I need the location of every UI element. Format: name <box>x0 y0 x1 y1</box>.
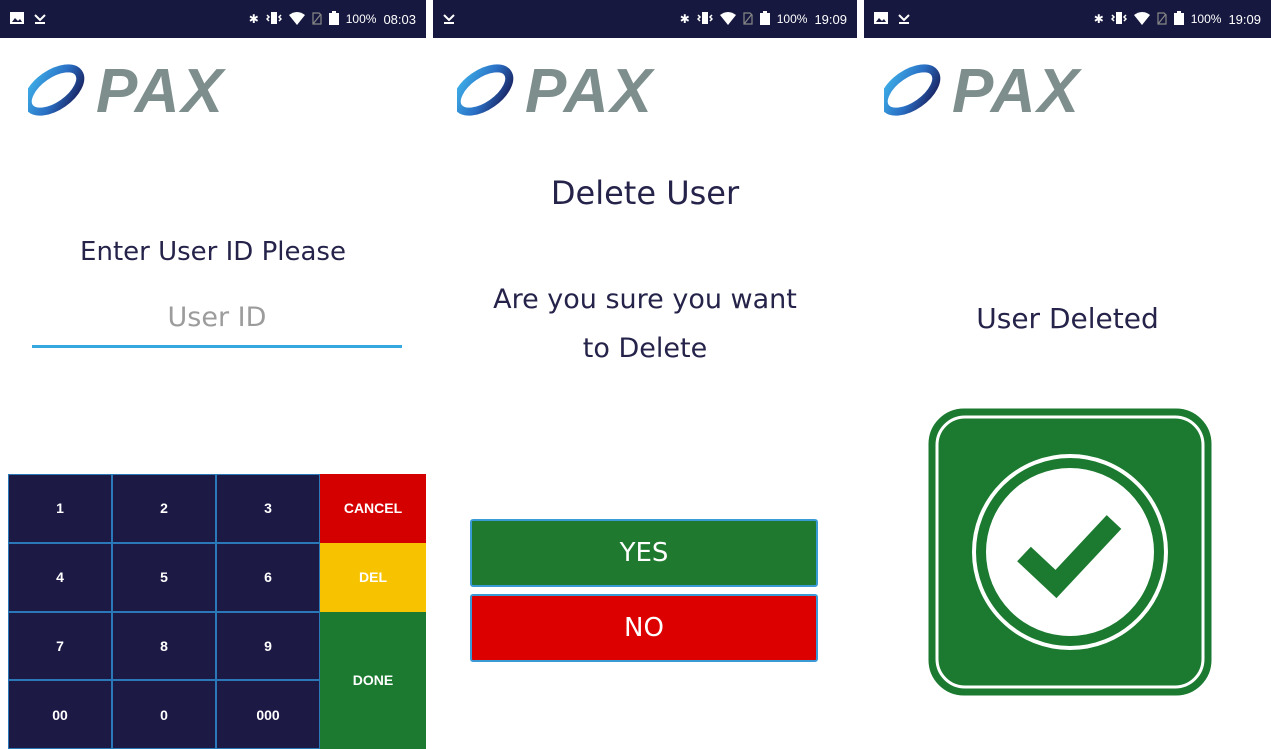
enter-user-id-screen: ✱ 100% 08:03 PAX Enter User ID Please Us… <box>0 0 426 749</box>
bluetooth-icon: ✱ <box>1093 12 1104 26</box>
key-000[interactable]: 000 <box>216 680 320 749</box>
key-0[interactable]: 0 <box>112 680 216 749</box>
cancel-button[interactable]: CANCEL <box>320 474 426 543</box>
pax-logo: PAX <box>452 57 767 126</box>
key-7[interactable]: 7 <box>8 611 112 681</box>
clock: 19:09 <box>1228 11 1261 27</box>
check-icon <box>928 408 1212 696</box>
success-check-badge <box>928 408 1212 696</box>
vibrate-icon <box>696 11 713 27</box>
page-title: Delete User <box>550 174 740 212</box>
key-2[interactable]: 2 <box>112 474 216 543</box>
missed-call-icon <box>898 13 910 26</box>
missed-call-icon <box>443 13 455 26</box>
no-button[interactable]: NO <box>470 594 818 662</box>
svg-text:PAX: PAX <box>525 60 656 120</box>
status-bar: ✱ 100% 08:03 <box>0 0 426 38</box>
wifi-icon <box>719 11 736 27</box>
user-id-input[interactable] <box>32 290 402 345</box>
key-00[interactable]: 00 <box>8 680 112 749</box>
battery-percent: 100% <box>1190 12 1222 26</box>
status-bar: ✱ 100% 19:09 <box>433 0 857 38</box>
battery-percent: 100% <box>345 12 377 26</box>
key-1[interactable]: 1 <box>8 474 112 543</box>
image-icon <box>874 12 888 26</box>
bluetooth-icon: ✱ <box>248 12 259 26</box>
pax-logo: PAX <box>879 57 1194 126</box>
key-8[interactable]: 8 <box>112 611 216 681</box>
svg-text:PAX: PAX <box>96 60 227 120</box>
battery-icon <box>759 11 770 27</box>
key-3[interactable]: 3 <box>216 474 320 543</box>
key-6[interactable]: 6 <box>216 542 320 612</box>
delete-user-confirm-screen: ✱ 100% 19:09 PAX Delete User Are you sur… <box>433 0 857 749</box>
bluetooth-icon: ✱ <box>679 12 690 26</box>
missed-call-icon <box>34 13 46 26</box>
user-id-field-wrapper <box>32 290 402 348</box>
svg-text:PAX: PAX <box>952 60 1083 120</box>
wifi-icon <box>288 11 305 27</box>
battery-icon <box>328 11 339 27</box>
no-sim-icon <box>743 11 753 27</box>
confirm-message-line-1: Are you sure you want <box>493 284 797 315</box>
pax-logo: PAX <box>23 57 338 126</box>
page-title: Enter User ID Please <box>80 237 346 267</box>
wifi-icon <box>1133 11 1150 27</box>
clock: 19:09 <box>814 11 847 27</box>
yes-button[interactable]: YES <box>470 519 818 587</box>
status-message: User Deleted <box>976 302 1159 335</box>
battery-icon <box>1173 11 1184 27</box>
clock: 08:03 <box>383 11 416 27</box>
key-4[interactable]: 4 <box>8 542 112 612</box>
no-sim-icon <box>1157 11 1167 27</box>
numeric-keypad: 1 2 3 CANCEL 4 5 6 DEL 7 8 9 DONE 00 0 0… <box>8 474 426 749</box>
key-9[interactable]: 9 <box>216 611 320 681</box>
confirm-message-line-2: to Delete <box>582 333 708 364</box>
vibrate-icon <box>265 11 282 27</box>
delete-button[interactable]: DEL <box>320 542 426 612</box>
vibrate-icon <box>1110 11 1127 27</box>
battery-percent: 100% <box>776 12 808 26</box>
image-icon <box>10 12 24 26</box>
no-sim-icon <box>312 11 322 27</box>
key-5[interactable]: 5 <box>112 542 216 612</box>
user-deleted-screen: ✱ 100% 19:09 PAX User Deleted <box>864 0 1271 749</box>
done-button[interactable]: DONE <box>320 611 426 749</box>
status-bar: ✱ 100% 19:09 <box>864 0 1271 38</box>
